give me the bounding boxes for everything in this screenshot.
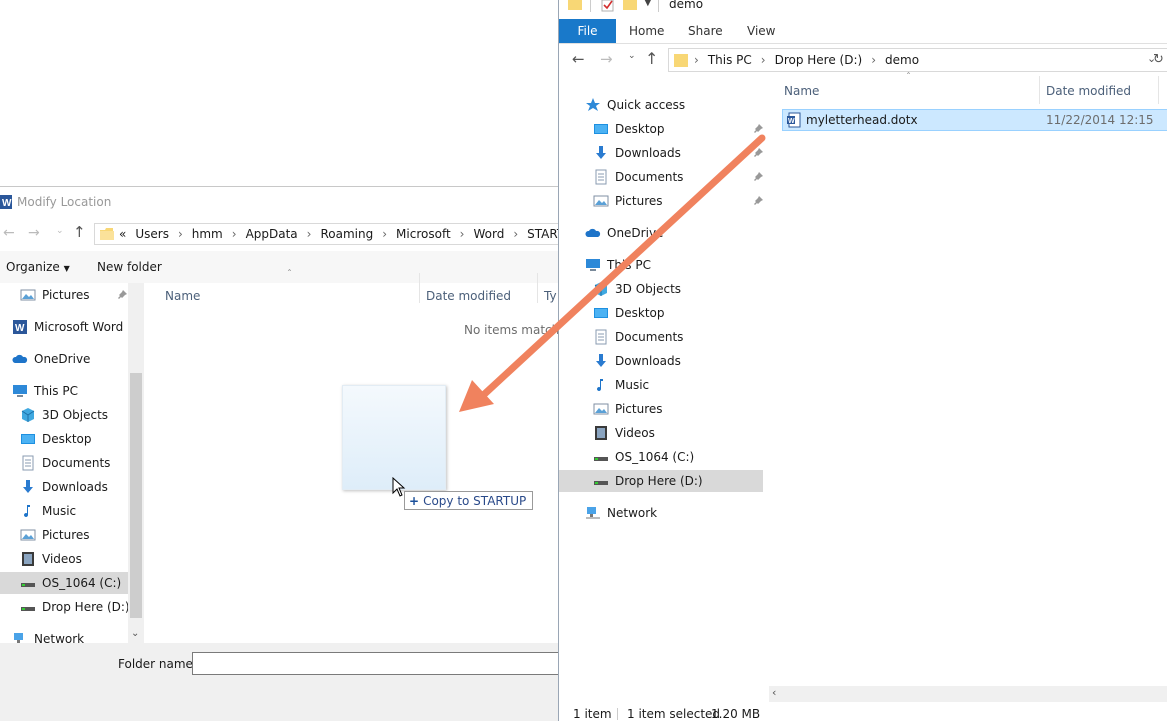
annotation-arrow (459, 134, 766, 412)
